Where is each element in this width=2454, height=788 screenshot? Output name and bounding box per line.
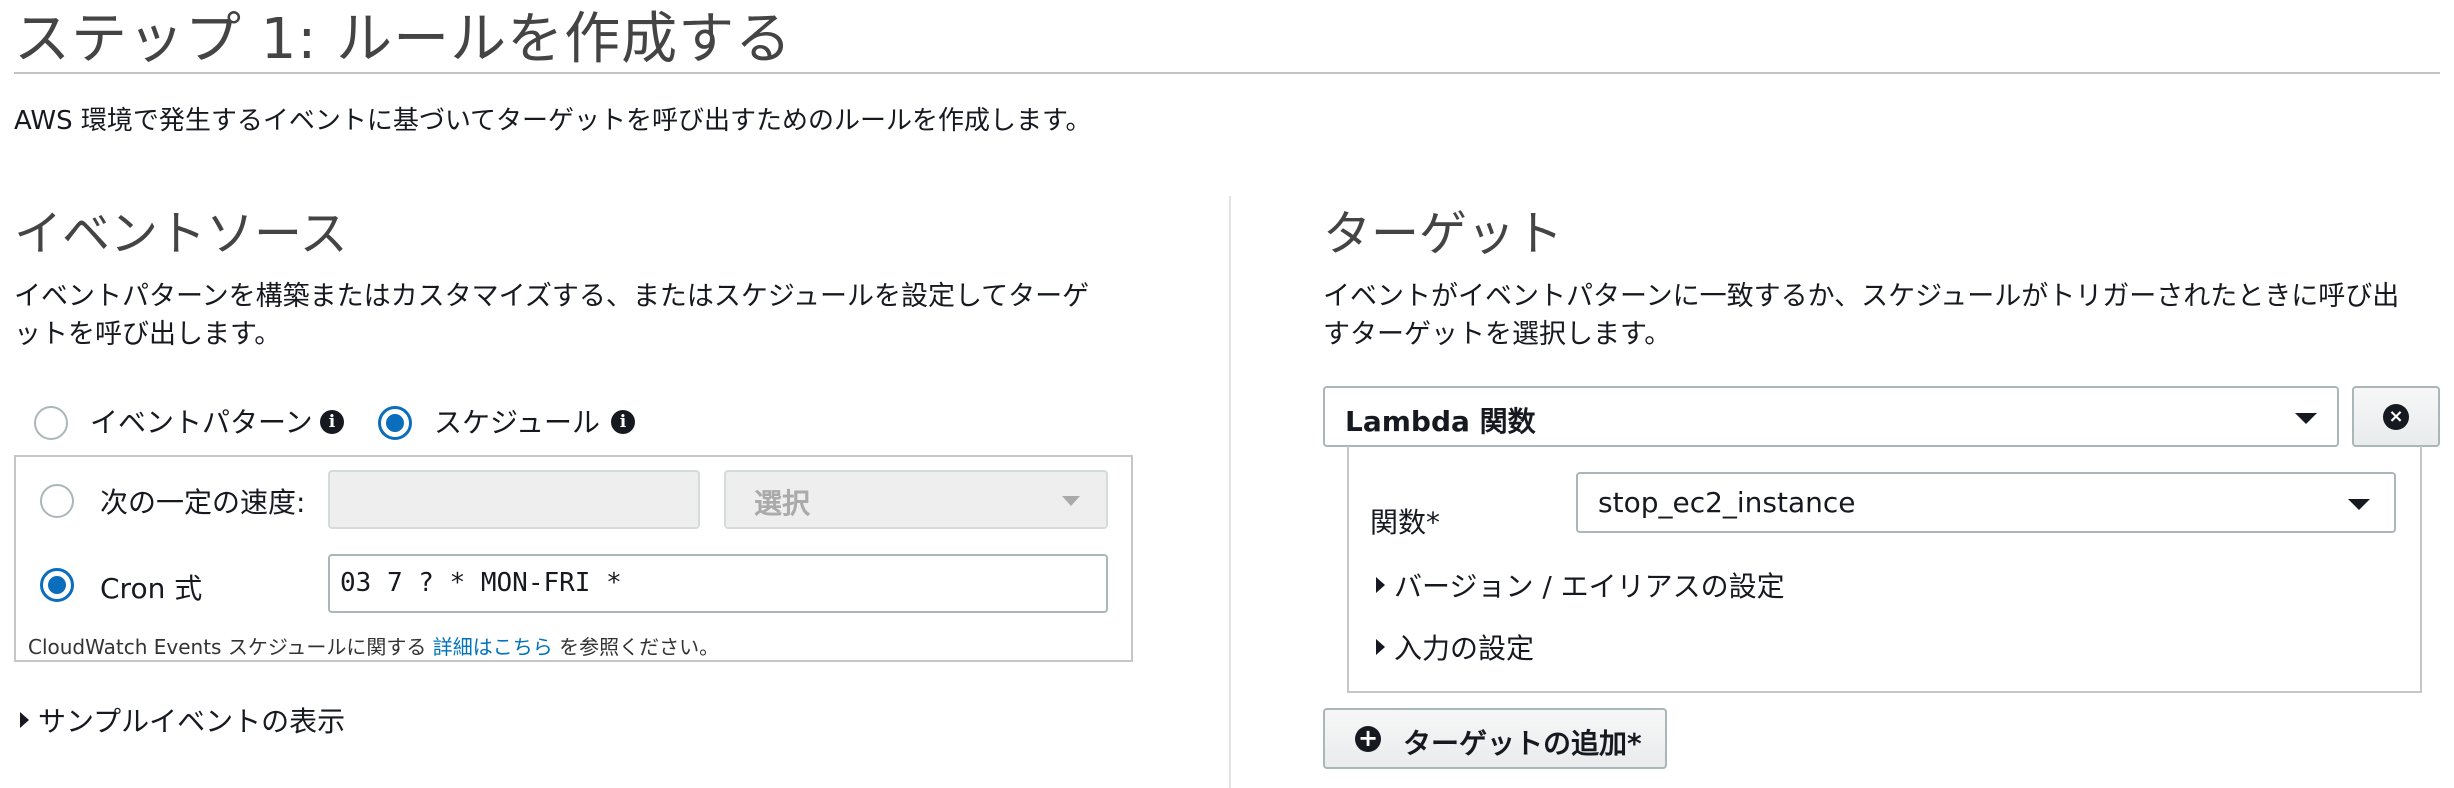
page-title: ステップ 1: ルールを作成する bbox=[14, 7, 793, 72]
cron-radio[interactable] bbox=[40, 568, 74, 602]
remove-target-button[interactable]: × bbox=[2352, 386, 2440, 447]
input-config-toggle[interactable]: 入力の設定 bbox=[1374, 627, 1574, 667]
target-type-select[interactable]: Lambda 関数 bbox=[1323, 386, 2339, 447]
rate-unit-select[interactable]: 選択 bbox=[724, 470, 1108, 529]
targets-description-line: すターゲットを選択します。 bbox=[1323, 319, 1672, 350]
show-sample-event-toggle[interactable]: サンプルイベントの表示 bbox=[18, 700, 378, 740]
event-source-description: イベントパターンを構築またはカスタマイズする、またはスケジュールを設定してターゲ… bbox=[14, 278, 1089, 354]
caret-down-icon bbox=[2348, 499, 2370, 510]
schedule-label[interactable]: スケジュール bbox=[434, 401, 600, 441]
caret-right-icon bbox=[1376, 577, 1385, 593]
page-description: AWS 環境で発生するイベントに基づいてターゲットを呼び出すためのルールを作成し… bbox=[14, 106, 1092, 136]
event-source-description-line: イベントパターンを構築またはカスタマイズする、またはスケジュールを設定してターゲ bbox=[14, 281, 1090, 312]
function-label: 関数* bbox=[1370, 506, 1441, 539]
function-select[interactable]: stop_ec2_instance bbox=[1576, 472, 2396, 533]
event-source-heading: イベントソース bbox=[14, 206, 348, 262]
schedule-radio[interactable] bbox=[378, 406, 412, 440]
learn-more-link[interactable]: 詳細はこちら bbox=[433, 635, 553, 659]
add-target-button[interactable]: + ターゲットの追加* bbox=[1323, 708, 1667, 769]
targets-heading: ターゲット bbox=[1323, 206, 1564, 262]
caret-down-icon bbox=[2295, 413, 2317, 424]
targets-description: イベントがイベントパターンに一致するか、スケジュールがトリガーされたときに呼び出… bbox=[1323, 278, 2399, 354]
input-config-label: 入力の設定 bbox=[1394, 632, 1535, 665]
sample-event-label: サンプルイベントの表示 bbox=[38, 705, 346, 738]
target-type-value: Lambda 関数 bbox=[1345, 405, 1536, 438]
event-source-description-line: ットを呼び出します。 bbox=[14, 319, 282, 350]
fixed-rate-radio[interactable] bbox=[40, 484, 74, 518]
cron-label: Cron 式 bbox=[100, 572, 203, 605]
info-icon[interactable]: i bbox=[320, 410, 344, 434]
version-alias-label: バージョン / エイリアスの設定 bbox=[1394, 570, 1785, 603]
event-pattern-radio[interactable] bbox=[34, 406, 68, 440]
column-divider bbox=[1229, 196, 1231, 788]
plus-circle-icon: + bbox=[1355, 726, 1381, 752]
rate-unit-select-label: 選択 bbox=[754, 487, 811, 520]
add-target-label: ターゲットの追加* bbox=[1403, 727, 1642, 760]
caret-down-icon bbox=[1062, 496, 1080, 506]
rate-value-input[interactable] bbox=[328, 470, 700, 529]
cron-expression-input[interactable]: 03 7 ? * MON-FRI * bbox=[328, 554, 1108, 613]
version-alias-toggle[interactable]: バージョン / エイリアスの設定 bbox=[1374, 565, 1794, 605]
caret-right-icon bbox=[1376, 639, 1385, 655]
title-divider bbox=[14, 72, 2440, 74]
caret-right-icon bbox=[20, 712, 29, 728]
targets-description-line: イベントがイベントパターンに一致するか、スケジュールがトリガーされたときに呼び出 bbox=[1323, 281, 2400, 312]
schedule-help-suffix: を参照ください。 bbox=[559, 635, 720, 659]
schedule-help-prefix: CloudWatch Events スケジュールに関する bbox=[28, 635, 427, 659]
function-value: stop_ec2_instance bbox=[1598, 486, 1856, 519]
remove-icon: × bbox=[2383, 404, 2409, 430]
schedule-help-text: CloudWatch Events スケジュールに関する 詳細はこちら を参照く… bbox=[28, 631, 719, 660]
event-pattern-label[interactable]: イベントパターン bbox=[90, 401, 313, 441]
info-icon[interactable]: i bbox=[611, 410, 635, 434]
fixed-rate-label: 次の一定の速度: bbox=[100, 486, 306, 519]
